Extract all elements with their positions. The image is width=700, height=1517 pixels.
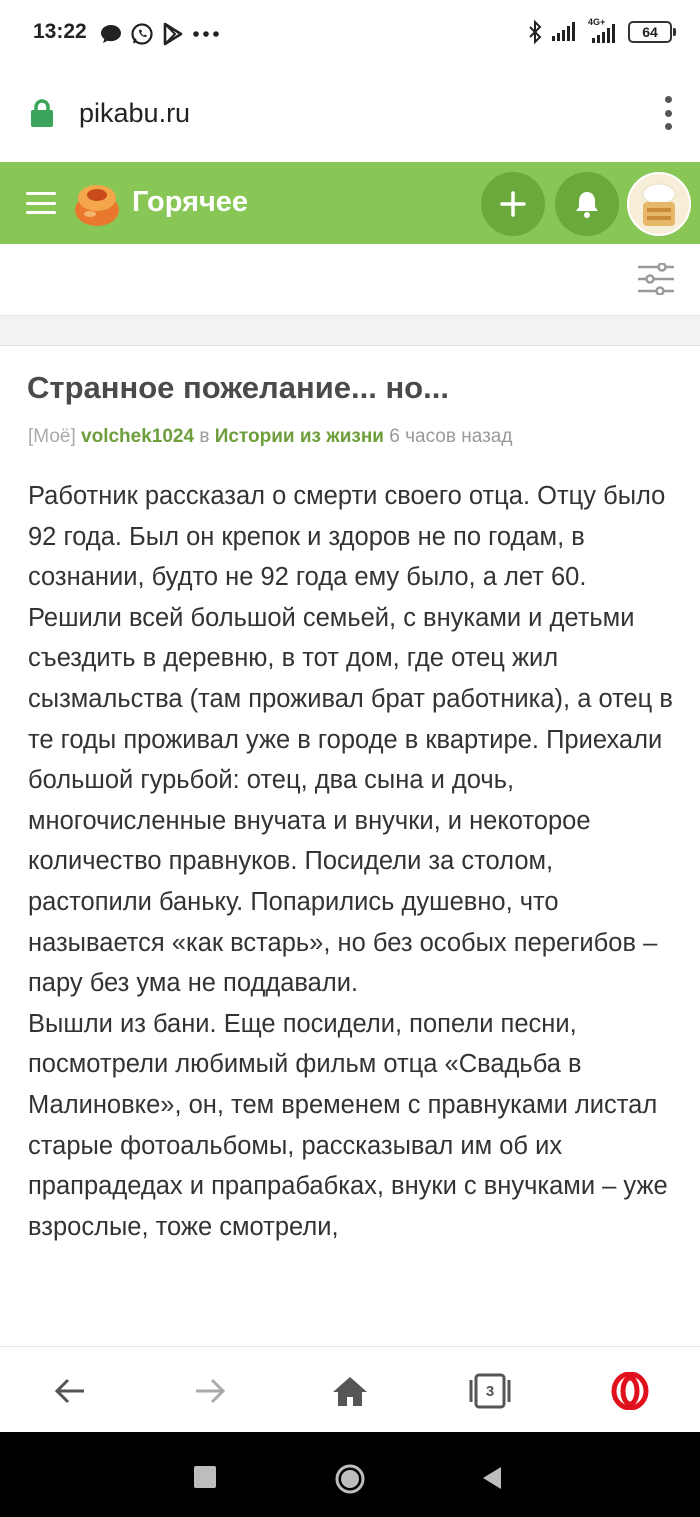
recent-apps-button[interactable] xyxy=(194,1466,216,1488)
system-nav-bar xyxy=(0,1432,700,1517)
app-header: Горячее xyxy=(0,162,700,244)
plus-icon xyxy=(500,191,526,217)
more-notifications-icon xyxy=(193,31,219,37)
post-time: 6 часов назад xyxy=(389,426,513,447)
post-card: Странное пожелание... но... [Моё] volche… xyxy=(0,346,700,1346)
post-title[interactable]: Странное пожелание... но... xyxy=(27,370,449,406)
home-system-button[interactable] xyxy=(334,1463,366,1495)
system-status: 4G+ 64 xyxy=(528,17,676,44)
play-store-icon xyxy=(163,22,183,46)
post-tag[interactable]: [Моё] xyxy=(28,426,76,447)
forward-button[interactable] xyxy=(188,1369,232,1413)
menu-icon[interactable] xyxy=(26,192,56,214)
lock-icon xyxy=(31,99,53,127)
back-system-button[interactable] xyxy=(481,1466,503,1490)
chat-icon xyxy=(101,25,121,43)
tabs-count: 3 xyxy=(485,1382,495,1400)
status-bar: 13:22 4G+ 64 xyxy=(0,0,700,68)
post-meta-in: в xyxy=(199,426,210,447)
home-icon xyxy=(333,1377,367,1406)
pikabu-logo-icon[interactable] xyxy=(72,180,122,228)
bell-icon xyxy=(576,192,598,218)
opera-menu-button[interactable] xyxy=(608,1369,652,1413)
lte-signal-icon: 4G+ xyxy=(588,17,618,44)
app-title[interactable]: Горячее xyxy=(132,186,248,219)
opera-icon xyxy=(611,1372,649,1410)
forward-icon xyxy=(196,1378,226,1404)
back-icon xyxy=(54,1378,84,1404)
signal-icon xyxy=(552,22,575,41)
url-text[interactable]: pikabu.ru xyxy=(79,98,190,129)
notification-icons xyxy=(100,22,220,46)
feed-separator xyxy=(0,316,700,346)
user-avatar[interactable] xyxy=(627,172,691,236)
filter-icon[interactable] xyxy=(638,263,674,295)
back-button[interactable] xyxy=(48,1369,92,1413)
post-meta: [Моё] volchek1024 в Истории из жизни 6 ч… xyxy=(28,426,512,448)
bluetooth-icon xyxy=(529,20,542,44)
post-paragraph: Вышли из бани. Еще посидели, попели песн… xyxy=(28,1009,668,1241)
feed-filter-row xyxy=(0,244,700,316)
post-author[interactable]: volchek1024 xyxy=(81,426,194,447)
notifications-button[interactable] xyxy=(555,172,619,236)
whatsapp-icon xyxy=(131,23,153,45)
status-time: 13:22 xyxy=(33,20,87,43)
browser-url-bar[interactable]: pikabu.ru xyxy=(0,68,700,162)
browser-menu-icon[interactable] xyxy=(664,96,672,130)
tabs-button[interactable]: 3 xyxy=(468,1369,512,1413)
browser-bottom-nav: 3 xyxy=(0,1346,700,1432)
post-community[interactable]: Истории из жизни xyxy=(215,426,384,447)
add-post-button[interactable] xyxy=(481,172,545,236)
post-body: Работник рассказал о смерти своего отца.… xyxy=(28,476,680,1247)
post-paragraph: Решили всей большой семьей, с внуками и … xyxy=(28,603,673,998)
post-paragraph: Работник рассказал о смерти своего отца.… xyxy=(28,482,666,592)
battery-icon: 64 xyxy=(628,21,676,43)
home-button[interactable] xyxy=(328,1369,372,1413)
